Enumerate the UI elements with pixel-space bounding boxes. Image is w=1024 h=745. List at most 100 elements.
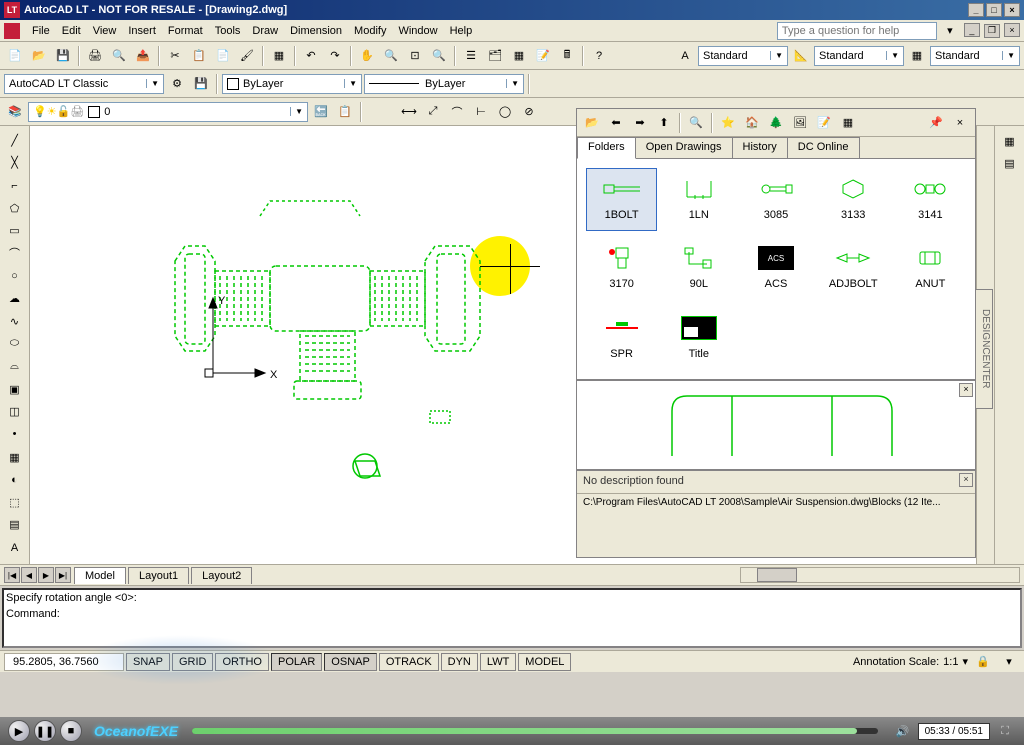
workspace-settings-icon[interactable]: ⚙ bbox=[166, 73, 188, 95]
block-editor-icon[interactable]: ▦ bbox=[268, 45, 290, 67]
match-prop-icon[interactable]: 🖌 bbox=[236, 45, 258, 67]
dc-preview-icon[interactable]: 🖼 bbox=[789, 112, 811, 134]
dc-tree-toggle-icon[interactable]: 🌲 bbox=[765, 112, 787, 134]
status-lwt[interactable]: LWT bbox=[480, 653, 516, 671]
menu-dimension[interactable]: Dimension bbox=[284, 23, 348, 39]
designcenter-icon[interactable]: 🗂 bbox=[484, 45, 506, 67]
dc-item-3085[interactable]: 3085 bbox=[741, 169, 810, 230]
minimize-button[interactable]: _ bbox=[968, 3, 984, 17]
player-progress[interactable] bbox=[192, 728, 878, 734]
workspace-save-icon[interactable]: 💾 bbox=[190, 73, 212, 95]
status-osnap[interactable]: OSNAP bbox=[324, 653, 377, 671]
menu-help[interactable]: Help bbox=[444, 23, 479, 39]
pause-button[interactable]: ❚❚ bbox=[34, 720, 56, 742]
menu-format[interactable]: Format bbox=[162, 23, 209, 39]
annoscale-value[interactable]: 1:1 bbox=[943, 656, 958, 668]
dc-item-3133[interactable]: 3133 bbox=[819, 169, 888, 230]
dc-item-3141[interactable]: 3141 bbox=[896, 169, 965, 230]
horizontal-scrollbar[interactable] bbox=[740, 567, 1020, 583]
tab-model[interactable]: Model bbox=[74, 567, 126, 584]
menu-view[interactable]: View bbox=[87, 23, 123, 39]
maximize-button[interactable]: □ bbox=[986, 3, 1002, 17]
dc-item-anut[interactable]: ANUT bbox=[896, 238, 965, 299]
paste-icon[interactable]: 📄 bbox=[212, 45, 234, 67]
save-icon[interactable]: 💾 bbox=[52, 45, 74, 67]
new-icon[interactable]: 📄 bbox=[4, 45, 26, 67]
dc-autohide-icon[interactable]: 📌 bbox=[925, 112, 947, 134]
dimstyle-icon[interactable]: 📐 bbox=[790, 45, 812, 67]
tab-layout2[interactable]: Layout2 bbox=[191, 567, 252, 584]
dim-radius-icon[interactable]: ◯ bbox=[494, 101, 516, 123]
dc-forward-icon[interactable]: ➡ bbox=[629, 112, 651, 134]
dc-item-90l[interactable]: 90L bbox=[664, 238, 733, 299]
mdi-close[interactable]: × bbox=[1004, 23, 1020, 37]
cut-icon[interactable]: ✂ bbox=[164, 45, 186, 67]
dc-search-icon[interactable]: 🔍 bbox=[685, 112, 707, 134]
dc-item-adjbolt[interactable]: ADJBOLT bbox=[819, 238, 888, 299]
dc-side-label[interactable]: DESIGNCENTER bbox=[975, 289, 993, 409]
dc-item-acs[interactable]: ACSACS bbox=[741, 238, 810, 299]
status-dyn[interactable]: DYN bbox=[441, 653, 478, 671]
gradient-icon[interactable]: ◐ bbox=[4, 469, 26, 490]
status-coordinates[interactable]: 95.2805, 36.7560 bbox=[4, 653, 124, 671]
status-ortho[interactable]: ORTHO bbox=[215, 653, 269, 671]
zoom-window-icon[interactable]: ⊡ bbox=[404, 45, 426, 67]
pan-icon[interactable]: ✋ bbox=[356, 45, 378, 67]
status-tray-icon[interactable]: ▾ bbox=[998, 651, 1020, 673]
mdi-minimize[interactable]: _ bbox=[964, 23, 980, 37]
dc-tab-folders[interactable]: Folders bbox=[577, 137, 636, 159]
tablestyle-icon[interactable]: ▦ bbox=[906, 45, 928, 67]
ellipse-icon[interactable]: ⬭ bbox=[4, 334, 26, 355]
dim-aligned-icon[interactable]: ⤢ bbox=[422, 101, 444, 123]
spline-icon[interactable]: ∿ bbox=[4, 311, 26, 332]
line-icon[interactable]: ╱ bbox=[4, 130, 26, 151]
status-model[interactable]: MODEL bbox=[518, 653, 571, 671]
menu-draw[interactable]: Draw bbox=[246, 23, 284, 39]
markup-icon[interactable]: 📝 bbox=[532, 45, 554, 67]
tab-next-icon[interactable]: ▶ bbox=[38, 567, 54, 583]
mdi-restore[interactable]: ❐ bbox=[984, 24, 1000, 38]
dc-load-icon[interactable]: 📂 bbox=[581, 112, 603, 134]
dc-item-title[interactable]: Title bbox=[664, 308, 733, 369]
command-line[interactable]: Specify rotation angle <0>: Command: bbox=[2, 588, 1022, 648]
menu-edit[interactable]: Edit bbox=[56, 23, 87, 39]
xline-icon[interactable]: ╳ bbox=[4, 153, 26, 174]
status-grid[interactable]: GRID bbox=[172, 653, 214, 671]
annoscale-icon[interactable]: 🔒 bbox=[972, 651, 994, 673]
tab-last-icon[interactable]: ▶| bbox=[55, 567, 71, 583]
revcloud-icon[interactable]: ☁ bbox=[4, 288, 26, 309]
print-icon[interactable]: 🖨 bbox=[84, 45, 106, 67]
menu-file[interactable]: File bbox=[26, 23, 56, 39]
layer-previous-icon[interactable]: 🔙 bbox=[310, 101, 332, 123]
open-icon[interactable]: 📂 bbox=[28, 45, 50, 67]
palette-icon-1[interactable]: ▦ bbox=[999, 130, 1021, 152]
circle-icon[interactable]: ○ bbox=[4, 266, 26, 287]
dc-back-icon[interactable]: ⬅ bbox=[605, 112, 627, 134]
stop-button[interactable]: ■ bbox=[60, 720, 82, 742]
dc-item-spr[interactable]: SPR bbox=[587, 308, 656, 369]
help-search-input[interactable] bbox=[777, 22, 937, 40]
hatch-icon[interactable]: ▦ bbox=[4, 447, 26, 468]
point-icon[interactable]: • bbox=[4, 424, 26, 445]
dc-views-icon[interactable]: ▦ bbox=[837, 112, 859, 134]
ellipse-arc-icon[interactable]: ⌓ bbox=[4, 356, 26, 377]
close-button[interactable]: × bbox=[1004, 3, 1020, 17]
tab-first-icon[interactable]: |◀ bbox=[4, 567, 20, 583]
dc-desc-close[interactable]: × bbox=[959, 473, 973, 487]
table-icon[interactable]: ▤ bbox=[4, 515, 26, 536]
textstyle-icon[interactable]: A bbox=[674, 45, 696, 67]
pline-icon[interactable]: ⌐ bbox=[4, 175, 26, 196]
polygon-icon[interactable]: ⬠ bbox=[4, 198, 26, 219]
fullscreen-icon[interactable]: ⛶ bbox=[994, 720, 1016, 742]
tab-prev-icon[interactable]: ◀ bbox=[21, 567, 37, 583]
textstyle-dropdown[interactable]: Standard▼ bbox=[698, 46, 788, 66]
status-polar[interactable]: POLAR bbox=[271, 653, 322, 671]
dc-tab-history[interactable]: History bbox=[732, 137, 788, 158]
menu-window[interactable]: Window bbox=[392, 23, 443, 39]
layer-states-icon[interactable]: 📋 bbox=[334, 101, 356, 123]
menu-insert[interactable]: Insert bbox=[122, 23, 162, 39]
annoscale-dropdown-icon[interactable]: ▾ bbox=[962, 655, 968, 668]
tool-palettes-icon[interactable]: ▦ bbox=[508, 45, 530, 67]
dimstyle-dropdown[interactable]: Standard▼ bbox=[814, 46, 904, 66]
quickcalc-icon[interactable]: 🖩 bbox=[556, 45, 578, 67]
